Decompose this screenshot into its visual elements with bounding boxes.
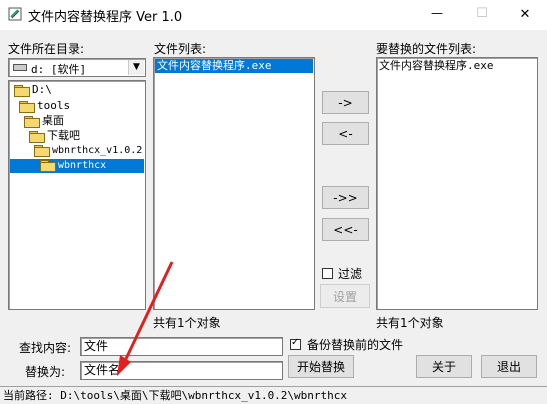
settings-button[interactable]: 设置 bbox=[320, 284, 370, 308]
checkmark-icon: ✓ bbox=[291, 336, 300, 348]
directory-tree[interactable]: D:\ tools 桌面 下载吧 wbnrthcx_v1.0.2 wbnrthc… bbox=[8, 80, 146, 310]
file-list-label: 文件列表: bbox=[154, 42, 207, 56]
chevron-down-icon[interactable]: ▼ bbox=[128, 60, 144, 75]
folder-open-icon bbox=[34, 144, 50, 157]
backup-checkbox-box[interactable]: ✓ bbox=[290, 336, 301, 350]
folder-open-icon bbox=[24, 115, 40, 128]
find-input[interactable]: 文件 bbox=[80, 337, 283, 356]
filter-checkbox-box[interactable] bbox=[322, 267, 333, 279]
folder-open-icon bbox=[40, 159, 56, 172]
drive-select-value: d: [软件] bbox=[31, 63, 87, 76]
tree-item-root[interactable]: D:\ bbox=[14, 83, 52, 97]
backup-label: 备份替换前的文件 bbox=[307, 337, 404, 352]
window-title: 文件内容替换程序 Ver 1.0 bbox=[28, 10, 183, 25]
replace-list[interactable]: 文件内容替换程序.exe bbox=[376, 57, 538, 310]
replace-label: 替换为: bbox=[25, 365, 66, 379]
dir-label: 文件所在目录: bbox=[8, 42, 85, 56]
title-bar: 文件内容替换程序 Ver 1.0 — ☐ ✕ bbox=[0, 0, 547, 30]
minimize-button[interactable]: — bbox=[415, 0, 459, 30]
find-label: 查找内容: bbox=[19, 341, 72, 355]
remove-all-button[interactable]: <<- bbox=[322, 218, 369, 241]
maximize-button[interactable]: ☐ bbox=[460, 0, 504, 30]
replace-input[interactable]: 文件名 bbox=[80, 361, 283, 380]
filter-checkbox[interactable]: 过滤 bbox=[322, 266, 363, 281]
filter-label: 过滤 bbox=[338, 266, 363, 281]
add-all-button[interactable]: ->> bbox=[322, 186, 369, 209]
about-button[interactable]: 关于 bbox=[416, 355, 472, 378]
tree-item-version-folder[interactable]: wbnrthcx_v1.0.2 bbox=[34, 144, 142, 158]
maximize-icon: ☐ bbox=[476, 6, 488, 21]
close-icon: ✕ bbox=[519, 7, 531, 22]
drive-icon bbox=[13, 64, 27, 71]
start-replace-button[interactable]: 开始替换 bbox=[288, 355, 354, 378]
tree-item-selected[interactable]: wbnrthcx bbox=[10, 159, 144, 173]
backup-checkbox[interactable]: ✓ 备份替换前的文件 bbox=[290, 336, 404, 352]
app-icon bbox=[8, 7, 22, 21]
folder-open-icon bbox=[14, 84, 30, 97]
file-list-item[interactable]: 文件内容替换程序.exe bbox=[155, 59, 313, 73]
status-bar: 当前路径: D:\tools\桌面\下载吧\wbnrthcx_v1.0.2\wb… bbox=[0, 386, 547, 404]
close-button[interactable]: ✕ bbox=[503, 0, 547, 30]
folder-open-icon bbox=[29, 130, 45, 143]
replace-list-count: 共有1个对象 bbox=[376, 316, 444, 330]
tree-item-downloads[interactable]: 下载吧 bbox=[29, 129, 80, 143]
tree-item-tools[interactable]: tools bbox=[19, 99, 70, 113]
file-list-count: 共有1个对象 bbox=[153, 316, 221, 330]
drive-select[interactable]: d: [软件] ▼ bbox=[8, 58, 146, 77]
find-input-value: 文件 bbox=[84, 339, 109, 353]
replace-list-label: 要替换的文件列表: bbox=[376, 42, 477, 56]
replace-input-value: 文件名 bbox=[84, 363, 121, 377]
current-path: 当前路径: D:\tools\桌面\下载吧\wbnrthcx_v1.0.2\wb… bbox=[3, 389, 348, 402]
minimize-icon: — bbox=[431, 6, 443, 20]
replace-list-item[interactable]: 文件内容替换程序.exe bbox=[379, 59, 494, 73]
add-file-button[interactable]: -> bbox=[322, 91, 369, 114]
tree-item-desktop[interactable]: 桌面 bbox=[24, 114, 64, 128]
folder-open-icon bbox=[19, 100, 35, 113]
exit-button[interactable]: 退出 bbox=[481, 355, 537, 378]
file-list[interactable]: 文件内容替换程序.exe bbox=[153, 57, 315, 310]
remove-file-button[interactable]: <- bbox=[322, 122, 369, 145]
